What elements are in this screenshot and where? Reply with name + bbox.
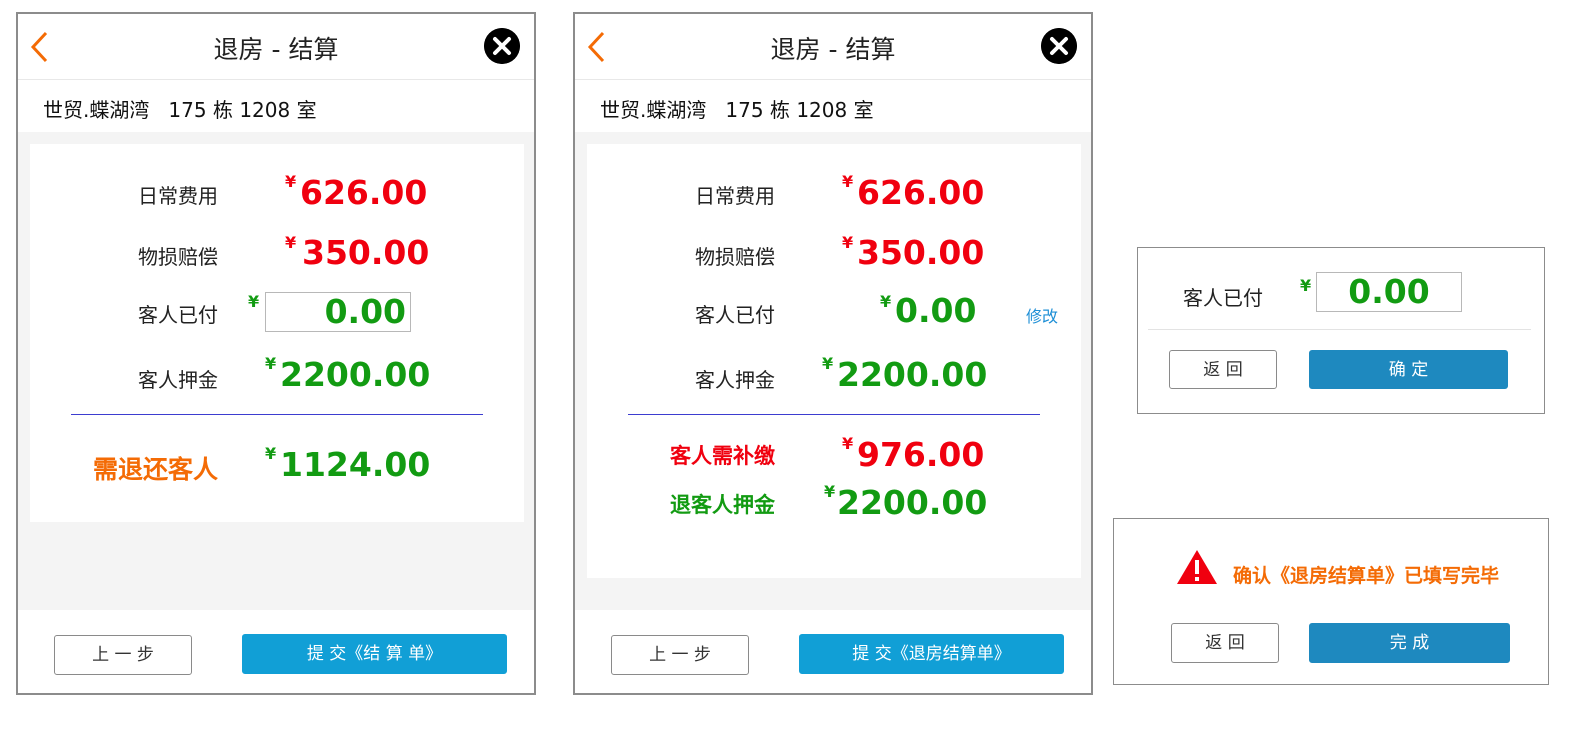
close-icon[interactable]: [1041, 28, 1077, 64]
yen-sign: ¥: [265, 354, 277, 373]
yen-sign: ¥: [265, 444, 277, 463]
supplement-label: 客人需补缴: [670, 444, 775, 468]
supplement-amount: 976.00: [857, 435, 985, 474]
confirm-button[interactable]: 确 定: [1309, 350, 1508, 389]
damage-amount: 350.00: [302, 233, 430, 272]
prev-step-button[interactable]: 上 一 步: [611, 635, 749, 675]
yen-sign: ¥: [285, 233, 297, 252]
daily-fee-label: 日常费用: [138, 184, 218, 208]
page-title: 退房 - 结算: [770, 35, 896, 64]
close-icon[interactable]: [484, 28, 520, 64]
daily-fee-amount: 626.00: [300, 173, 428, 212]
paid-label: 客人已付: [138, 303, 218, 327]
header: 退房 - 结算: [18, 14, 534, 80]
yen-sign: ¥: [842, 233, 854, 252]
confirm-complete-dialog: 确认《退房结算单》已填写完毕 返 回 完 成: [1113, 518, 1549, 685]
room-address: 世贸.蝶湖湾 175 栋 1208 室: [43, 98, 317, 122]
deposit-amount: 2200.00: [837, 355, 988, 394]
deposit-label: 客人押金: [138, 368, 218, 392]
damage-label: 物损赔偿: [695, 245, 775, 269]
damage-label: 物损赔偿: [138, 245, 218, 269]
paid-label: 客人已付: [1183, 286, 1263, 310]
divider: [71, 414, 483, 415]
page-title: 退房 - 结算: [213, 35, 339, 64]
yen-sign: ¥: [285, 172, 297, 191]
yen-sign: ¥: [822, 354, 834, 373]
damage-amount: 350.00: [857, 233, 985, 272]
back-button[interactable]: 返 回: [1169, 350, 1277, 389]
yen-sign: ¥: [842, 434, 854, 453]
checkout-screen-supplement: 退房 - 结算 世贸.蝶湖湾 175 栋 1208 室 日常费用 ¥ 626.0…: [573, 12, 1093, 695]
yen-sign: ¥: [1300, 276, 1312, 295]
refund-amount: 1124.00: [280, 445, 431, 484]
separator: [1148, 329, 1531, 330]
paid-amount-input[interactable]: 0.00: [265, 292, 411, 332]
paid-label: 客人已付: [695, 303, 775, 327]
content-area: 日常费用 ¥ 626.00 物损赔偿 ¥ 350.00 客人已付 ¥ 0.00 …: [575, 132, 1091, 610]
daily-fee-amount: 626.00: [857, 173, 985, 212]
content-area: 日常费用 ¥ 626.00 物损赔偿 ¥ 350.00 客人已付 ¥ 0.00 …: [18, 132, 534, 610]
confirm-message: 确认《退房结算单》已填写完毕: [1233, 565, 1500, 587]
divider: [628, 414, 1040, 415]
edit-paid-dialog: 客人已付 ¥ 0.00 返 回 确 定: [1137, 247, 1545, 414]
yen-sign: ¥: [248, 292, 260, 311]
settlement-card: 日常费用 ¥ 626.00 物损赔偿 ¥ 350.00 客人已付 ¥ 0.00 …: [587, 144, 1081, 578]
edit-paid-link[interactable]: 修改: [1026, 303, 1058, 327]
yen-sign: ¥: [842, 172, 854, 191]
yen-sign: ¥: [824, 482, 836, 501]
yen-sign: ¥: [880, 292, 892, 311]
daily-fee-label: 日常费用: [695, 184, 775, 208]
prev-step-button[interactable]: 上 一 步: [54, 635, 192, 675]
room-address: 世贸.蝶湖湾 175 栋 1208 室: [600, 98, 874, 122]
deposit-refund-amount: 2200.00: [837, 483, 988, 522]
back-button[interactable]: 返 回: [1171, 623, 1279, 663]
deposit-label: 客人押金: [695, 368, 775, 392]
checkout-screen-refund: 退房 - 结算 世贸.蝶湖湾 175 栋 1208 室 日常费用 ¥ 626.0…: [16, 12, 536, 695]
done-button[interactable]: 完 成: [1309, 623, 1510, 663]
paid-amount-input[interactable]: 0.00: [1316, 272, 1462, 312]
deposit-amount: 2200.00: [280, 355, 431, 394]
deposit-refund-label: 退客人押金: [670, 493, 775, 517]
submit-settlement-button[interactable]: 提 交《结 算 单》: [242, 634, 507, 674]
paid-amount: 0.00: [895, 291, 977, 330]
header: 退房 - 结算: [575, 14, 1091, 80]
settlement-card: 日常费用 ¥ 626.00 物损赔偿 ¥ 350.00 客人已付 ¥ 0.00 …: [30, 144, 524, 522]
refund-label: 需退还客人: [92, 455, 218, 484]
submit-checkout-button[interactable]: 提 交《退房结算单》: [799, 634, 1064, 674]
warning-icon: [1177, 550, 1217, 584]
